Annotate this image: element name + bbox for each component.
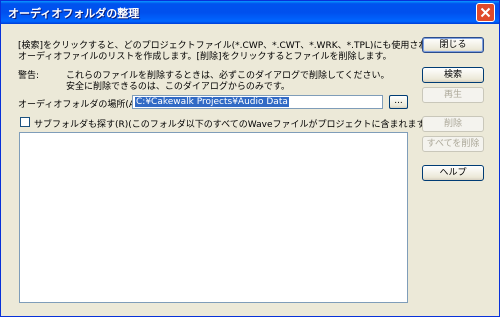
- subfolder-checkbox[interactable]: [20, 117, 30, 127]
- play-button[interactable]: 再生: [422, 87, 484, 103]
- close-icon: [480, 7, 491, 18]
- subfolder-label: サブフォルダも探す(R)(このフォルダ以下のすべてのWaveファイルがプロジェク…: [34, 120, 430, 130]
- browse-button[interactable]: ...: [389, 95, 408, 109]
- title-bar[interactable]: オーディオフォルダの整理: [1, 1, 499, 24]
- close-window-button[interactable]: [476, 3, 495, 22]
- description-line-2: オーディオファイルのリストを作成します。[削除]をクリックするとファイルを削除し…: [18, 52, 392, 62]
- folder-path-input[interactable]: C:¥Cakewalk Projects¥Audio Data: [132, 95, 383, 109]
- folder-path-value: C:¥Cakewalk Projects¥Audio Data: [135, 97, 289, 107]
- help-button[interactable]: ヘルプ: [422, 165, 484, 181]
- delete-button[interactable]: 削除: [422, 116, 484, 132]
- file-list[interactable]: [19, 132, 408, 303]
- warning-label: 警告:: [18, 71, 40, 81]
- warning-line-2: 安全に削除できるのは、このダイアログからのみです。: [66, 82, 290, 92]
- search-button[interactable]: 検索: [422, 67, 484, 83]
- window-title: オーディオフォルダの整理: [8, 7, 140, 20]
- close-button[interactable]: 閉じる: [422, 37, 484, 53]
- delete-all-button[interactable]: すべてを削除: [422, 136, 484, 152]
- folder-label: オーディオフォルダの場所(A):: [18, 100, 142, 110]
- dialog-window: オーディオフォルダの整理 [検索]をクリックすると、どのプロジェクトファイル(*…: [0, 0, 500, 317]
